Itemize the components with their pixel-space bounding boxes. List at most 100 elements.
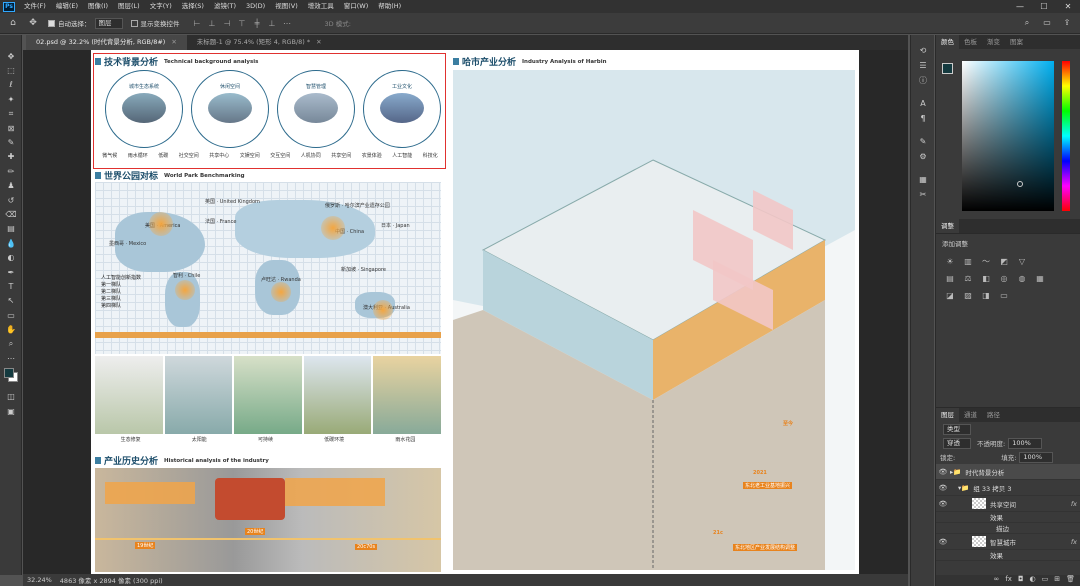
foreground-color-swatch[interactable]	[4, 367, 14, 378]
info-icon[interactable]: ⓘ	[911, 73, 935, 88]
fill-input[interactable]: 100%	[1019, 451, 1053, 463]
zoom-level[interactable]: 32.24%	[27, 576, 52, 584]
trash-icon[interactable]: 🗑	[1066, 575, 1075, 586]
canvas-area[interactable]: 技术背景分析 Technical background analysis 城市生…	[23, 50, 908, 574]
screen-mode-icon[interactable]: ▣	[0, 404, 22, 418]
eye-icon[interactable]: 👁	[936, 500, 950, 508]
invert-icon[interactable]: ◪	[944, 290, 956, 302]
brush-tool-icon[interactable]: ✏	[0, 164, 22, 178]
marquee-tool-icon[interactable]: ⬚	[0, 63, 22, 77]
effect-row[interactable]: 效果	[936, 512, 1080, 523]
color-picker-ring[interactable]	[1017, 181, 1023, 187]
maximize-button[interactable]: ☐	[1032, 0, 1056, 13]
properties-icon[interactable]: ☰	[911, 58, 935, 73]
history-icon[interactable]: ⟲	[911, 43, 935, 58]
menu-view[interactable]: 视图(V)	[270, 0, 303, 13]
workspace-icon[interactable]: ▭	[1040, 16, 1054, 30]
hand-tool-icon[interactable]: ✋	[0, 322, 22, 336]
align-top-icon[interactable]: ⊤	[236, 17, 249, 30]
align-left-icon[interactable]: ⊢	[191, 17, 204, 30]
move-tool-icon[interactable]: ✥	[26, 16, 40, 30]
curves-icon[interactable]: 〜	[980, 256, 992, 268]
frame-tool-icon[interactable]: ⊠	[0, 121, 22, 135]
eraser-icon[interactable]: ⌫	[0, 207, 22, 221]
auto-select-dropdown[interactable]: 图层	[94, 17, 123, 29]
auto-select-checkbox[interactable]	[48, 19, 55, 27]
posterize-icon[interactable]: ▨	[962, 290, 974, 302]
swatches-icon[interactable]: ▦	[911, 172, 935, 187]
shape-tool-icon[interactable]: ▭	[0, 308, 22, 322]
channel-mixer-icon[interactable]: ◍	[1016, 273, 1028, 285]
tab-document-untitled[interactable]: 未标题-1 @ 75.4% (矩形 4, RGB/8) * ✕	[187, 35, 332, 50]
fx-icon[interactable]: fx	[1071, 500, 1077, 508]
gradient-map-icon[interactable]: ▭	[998, 290, 1010, 302]
levels-icon[interactable]: ▥	[962, 256, 974, 268]
black-white-icon[interactable]: ◧	[980, 273, 992, 285]
menu-filter[interactable]: 滤镜(T)	[209, 0, 241, 13]
align-right-icon[interactable]: ⊣	[221, 17, 234, 30]
opacity-input[interactable]: 100%	[1008, 437, 1042, 449]
brightness-icon[interactable]: ☀	[944, 256, 956, 268]
align-center-icon[interactable]: ⊥	[206, 17, 219, 30]
menu-file[interactable]: 文件(F)	[19, 0, 51, 13]
close-icon[interactable]: ✕	[316, 38, 321, 46]
share-icon[interactable]: ⇪	[1060, 16, 1074, 30]
group-icon[interactable]: ▭	[1042, 575, 1049, 586]
color-balance-icon[interactable]: ⚖	[962, 273, 974, 285]
history-brush-icon[interactable]: ↺	[0, 193, 22, 207]
layer-row[interactable]: 👁 共享空间 fx	[936, 496, 1080, 512]
effect-row[interactable]: 效果	[936, 550, 1080, 561]
tab-adjustments[interactable]: 调整	[936, 219, 959, 233]
document-canvas[interactable]: 技术背景分析 Technical background analysis 城市生…	[91, 50, 859, 574]
blur-tool-icon[interactable]: 💧	[0, 236, 22, 250]
layer-row[interactable]: 👁 ▾📁 组 33 拷贝 3	[936, 480, 1080, 496]
effect-row[interactable]: 描边	[936, 523, 1080, 534]
vibrance-icon[interactable]: ▽	[1016, 256, 1028, 268]
layer-row[interactable]: 👁 ▸📁 时代背景分析	[936, 464, 1080, 480]
eyedropper-icon[interactable]: ✎	[0, 135, 22, 149]
path-select-icon[interactable]: ↖	[0, 294, 22, 308]
dodge-tool-icon[interactable]: ◐	[0, 250, 22, 264]
tab-layers[interactable]: 图层	[936, 408, 959, 422]
menu-select[interactable]: 选择(S)	[177, 0, 209, 13]
zoom-tool-icon[interactable]: ⌕	[0, 337, 22, 351]
move-tool-icon[interactable]: ✥	[0, 49, 22, 63]
color-picker-field[interactable]	[962, 61, 1054, 211]
close-button[interactable]: ✕	[1056, 0, 1080, 13]
color-lookup-icon[interactable]: ▦	[1034, 273, 1046, 285]
tab-document-active[interactable]: 02.psd @ 32.2% (时代背景分析, RGB/8#) ✕	[26, 35, 187, 50]
link-icon[interactable]: ∞	[994, 575, 1000, 586]
eye-icon[interactable]: 👁	[936, 538, 950, 546]
hue-slider[interactable]	[1062, 61, 1070, 211]
distribute-icon[interactable]: ⋯	[281, 17, 294, 30]
menu-edit[interactable]: 编辑(E)	[51, 0, 83, 13]
align-bottom-icon[interactable]: ⊥	[266, 17, 279, 30]
hue-saturation-icon[interactable]: ▤	[944, 273, 956, 285]
tool-presets-icon[interactable]: ✂	[911, 187, 935, 202]
foreground-color-swatch[interactable]	[942, 63, 953, 74]
minimize-button[interactable]: —	[1008, 0, 1032, 13]
lasso-tool-icon[interactable]: ℓ	[0, 78, 22, 92]
menu-image[interactable]: 图像(I)	[83, 0, 113, 13]
menu-3d[interactable]: 3D(D)	[241, 0, 270, 13]
stamp-tool-icon[interactable]: ♟	[0, 179, 22, 193]
pen-tool-icon[interactable]: ✒	[0, 265, 22, 279]
paragraph-icon[interactable]: ¶	[911, 111, 935, 126]
tab-paths[interactable]: 路径	[982, 408, 1005, 422]
show-transform-checkbox[interactable]	[130, 19, 138, 27]
crop-tool-icon[interactable]: ⌗	[0, 107, 22, 121]
layer-row[interactable]: 👁 智慧城市 fx	[936, 534, 1080, 550]
eye-icon[interactable]: 👁	[936, 484, 950, 492]
menu-window[interactable]: 窗口(W)	[339, 0, 374, 13]
photo-filter-icon[interactable]: ◎	[998, 273, 1010, 285]
threshold-icon[interactable]: ◨	[980, 290, 992, 302]
close-icon[interactable]: ✕	[171, 38, 176, 46]
tab-channels[interactable]: 通道	[959, 408, 982, 422]
new-layer-icon[interactable]: ⊞	[1054, 575, 1060, 586]
layer-filter-dropdown[interactable]: 类型	[943, 423, 971, 435]
exposure-icon[interactable]: ◩	[998, 256, 1010, 268]
menu-type[interactable]: 文字(Y)	[145, 0, 177, 13]
tab-swatches[interactable]: 色板	[959, 35, 982, 49]
more-tools-icon[interactable]: ⋯	[0, 351, 22, 365]
menu-layer[interactable]: 图层(L)	[113, 0, 145, 13]
